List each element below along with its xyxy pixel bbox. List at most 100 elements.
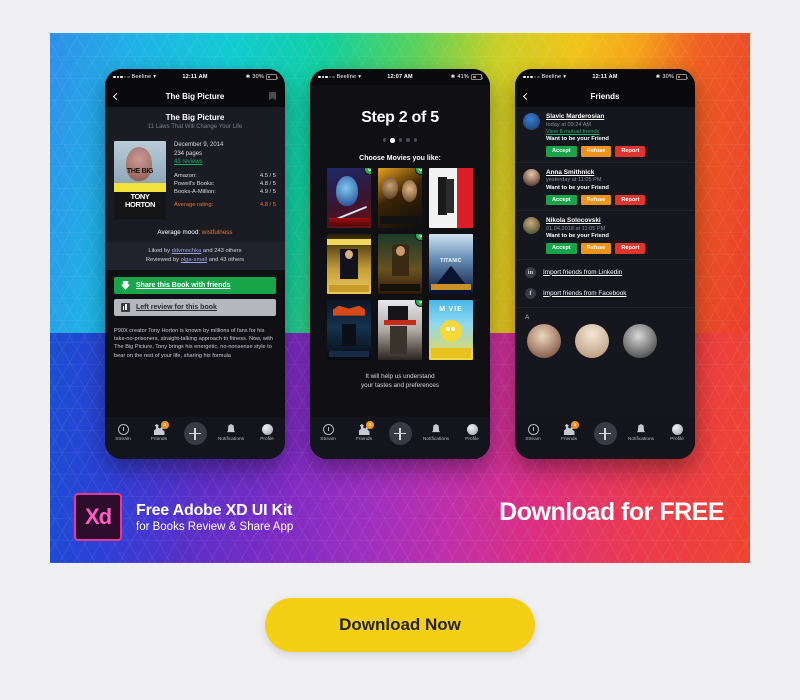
tab-stream[interactable]: Stream: [515, 424, 551, 442]
accept-button[interactable]: Accept: [546, 243, 577, 254]
battery-icon: [471, 74, 484, 80]
avatar[interactable]: [523, 113, 540, 130]
step-dot[interactable]: [382, 138, 387, 142]
report-button[interactable]: Report: [615, 194, 646, 206]
add-button[interactable]: [382, 422, 418, 445]
download-now-button[interactable]: Download Now: [265, 598, 535, 652]
tab-bar: Stream 3 Friends Notifications Profile: [310, 417, 490, 459]
accept-button[interactable]: Accept: [546, 194, 577, 206]
help-line-1: It will help us understand: [365, 372, 435, 380]
step-dot[interactable]: [398, 138, 403, 142]
import-facebook-label: Import friends from Facebook: [543, 289, 627, 297]
friend-request-body: Nikola Solocovski 01.04.2018 at 11:05 PM…: [546, 217, 687, 254]
accept-button[interactable]: Accept: [546, 146, 577, 157]
carrier-label: Beeline: [336, 74, 357, 80]
movie-poster[interactable]: M VIE: [429, 299, 473, 360]
rating-source: Books-A-Million:: [174, 188, 216, 195]
tab-notifications[interactable]: Notifications: [213, 424, 249, 442]
friends-screen: Slavic Marderosian today at 09:24 AM Vie…: [515, 107, 695, 417]
avatar[interactable]: [527, 323, 561, 358]
movie-poster[interactable]: [378, 233, 422, 294]
reviews-link[interactable]: 43 reviews: [174, 158, 276, 167]
tab-label: Profile: [465, 437, 479, 442]
tab-stream[interactable]: Stream: [310, 424, 346, 442]
tab-label: Notifications: [627, 437, 655, 442]
report-button[interactable]: Report: [615, 146, 646, 157]
tab-label: Stream: [115, 437, 131, 442]
cta-section: Download Now: [0, 598, 800, 652]
status-left: Beeline ▾: [318, 74, 373, 80]
bluetooth-icon: ❀: [655, 74, 661, 80]
book-date: December 9, 2014: [174, 142, 224, 148]
left-review-button[interactable]: Left review for this book: [114, 299, 276, 316]
xd-promo-row: Xd Free Adobe XD UI Kit for Books Review…: [74, 493, 293, 541]
step-dot[interactable]: [413, 138, 418, 142]
back-button[interactable]: [112, 92, 126, 100]
back-button[interactable]: [522, 92, 536, 100]
friend-name[interactable]: Anna Smithnick: [546, 169, 687, 176]
friend-action-buttons: Accept Refuse Report: [546, 194, 687, 206]
movie-poster[interactable]: [327, 233, 371, 294]
movie-poster[interactable]: [378, 299, 422, 360]
tab-stream[interactable]: Stream: [105, 424, 141, 442]
import-facebook-row[interactable]: f Import friends from Facebook: [515, 283, 695, 304]
tab-label: Friends: [356, 437, 372, 442]
book-screen: The Big Picture 11 Laws That Will Change…: [105, 107, 285, 417]
rating-value: 4.8 / 5: [259, 180, 276, 187]
avatar[interactable]: [623, 323, 657, 358]
step-dot-active[interactable]: [390, 138, 395, 143]
status-time: 12:11 AM: [182, 74, 208, 80]
action-buttons: Share this Book with friends Left review…: [105, 270, 285, 325]
tab-notifications[interactable]: Notifications: [418, 424, 454, 442]
globe-icon: [261, 424, 273, 435]
onboarding-screen: Step 2 of 5 Choose Movies you like: TITA…: [310, 85, 490, 417]
avatar[interactable]: [523, 217, 540, 235]
tab-profile[interactable]: Profile: [659, 424, 695, 442]
wifi-icon: ▾: [563, 74, 567, 80]
bookmark-button[interactable]: [264, 91, 276, 101]
tab-profile[interactable]: Profile: [454, 424, 490, 442]
add-button[interactable]: [587, 422, 623, 445]
tab-friends[interactable]: 3 Friends: [346, 421, 382, 442]
refuse-button[interactable]: Refuse: [580, 146, 612, 157]
movie-poster[interactable]: TITANIC: [429, 233, 473, 294]
movie-poster[interactable]: [378, 167, 422, 228]
tab-label: Stream: [320, 437, 336, 442]
globe-icon: [466, 424, 478, 435]
battery-percent: 30%: [662, 74, 675, 80]
movie-poster[interactable]: [327, 299, 371, 360]
liked-by-user[interactable]: ddvmochka: [172, 248, 202, 254]
step-title: Step 2 of 5: [361, 109, 439, 126]
movie-poster[interactable]: [429, 167, 473, 228]
avatar[interactable]: [523, 168, 540, 186]
share-book-button[interactable]: Share this Book with friends: [114, 277, 276, 294]
carrier-label: Beeline: [131, 74, 152, 80]
add-button[interactable]: [177, 422, 213, 445]
import-linkedin-row[interactable]: in Import friends from Linkedin: [515, 262, 695, 283]
report-button[interactable]: Report: [615, 243, 646, 254]
reviewed-by-row: Reviewed by olga-small and 43 others: [113, 256, 277, 265]
rating-source: Amazon:: [174, 172, 197, 179]
friend-time: yesterday at 11:05 PM: [546, 177, 602, 184]
tab-friends[interactable]: 3 Friends: [141, 421, 177, 442]
friend-name[interactable]: Slavic Marderosian: [546, 113, 687, 120]
book-meta: December 9, 2014 234 pages 43 reviews Am…: [174, 141, 276, 219]
refuse-button[interactable]: Refuse: [580, 243, 612, 254]
status-right: ❀ 41%: [427, 74, 484, 80]
friend-name[interactable]: Nikola Solocovski: [546, 217, 687, 224]
mutual-friends-link[interactable]: View 8 mutual friends: [546, 129, 687, 135]
wifi-icon: ▾: [153, 74, 157, 80]
step-dot[interactable]: [406, 138, 410, 142]
refuse-button[interactable]: Refuse: [580, 194, 612, 206]
tab-friends[interactable]: 3 Friends: [551, 421, 587, 442]
bell-icon: [226, 424, 236, 433]
avatar[interactable]: [575, 323, 609, 358]
import-linkedin-label: Import friends from Linkedin: [543, 268, 623, 276]
movie-poster[interactable]: [327, 167, 371, 228]
tab-label: Friends: [561, 437, 577, 442]
friend-time: 01.04.2018 at 11:05 PM: [546, 225, 606, 232]
tab-profile[interactable]: Profile: [249, 424, 285, 442]
share-icon: [121, 281, 130, 290]
tab-notifications[interactable]: Notifications: [623, 424, 659, 442]
reviewed-by-user[interactable]: olga-small: [181, 257, 207, 263]
